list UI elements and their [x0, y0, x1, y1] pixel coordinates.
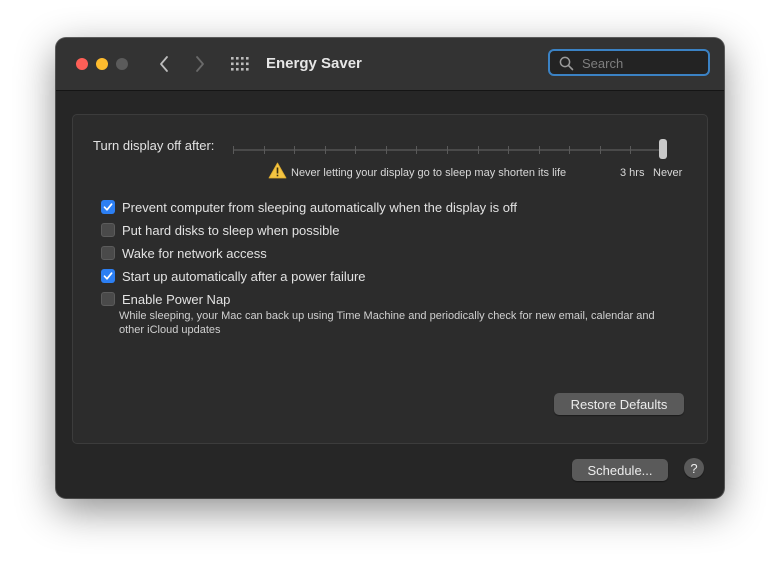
auto-startup-checkbox[interactable] [101, 269, 115, 283]
auto-startup-option[interactable]: Start up automatically after a power fai… [101, 267, 366, 285]
window-title: Energy Saver [266, 55, 362, 72]
energy-saver-window: Energy Saver Turn display off after: Nev… [56, 38, 724, 498]
slider-tick [264, 146, 265, 154]
slider-tick [508, 146, 509, 154]
slider-tick [539, 146, 540, 154]
display-sleep-label: Turn display off after: [93, 138, 215, 153]
warning-icon [268, 162, 287, 184]
hard-disk-sleep-checkbox[interactable] [101, 223, 115, 237]
power-nap-description: While sleeping, your Mac can back up usi… [119, 310, 655, 336]
search-icon [559, 56, 574, 76]
zoom-icon[interactable] [116, 58, 128, 70]
prevent-sleep-label: Prevent computer from sleeping automatic… [122, 199, 518, 215]
schedule-button[interactable]: Schedule... [572, 459, 668, 481]
slider-tick [569, 146, 570, 154]
prevent-sleep-checkbox[interactable] [101, 200, 115, 214]
hard-disk-sleep-option[interactable]: Put hard disks to sleep when possible [101, 221, 340, 239]
tick-label-3hrs: 3 hrs [620, 167, 645, 179]
power-nap-option[interactable]: Enable Power Nap [101, 290, 230, 308]
slider-tick [325, 146, 326, 154]
slider-tick [355, 146, 356, 154]
power-nap-checkbox[interactable] [101, 292, 115, 306]
toolbar: Energy Saver [56, 38, 724, 91]
slider-tick [478, 146, 479, 154]
tick-label-never: Never [653, 167, 683, 179]
slider-tick [600, 146, 601, 154]
grid-icon[interactable] [228, 52, 252, 76]
auto-startup-label: Start up automatically after a power fai… [122, 268, 366, 284]
wake-network-checkbox[interactable] [101, 246, 115, 260]
wake-network-label: Wake for network access [122, 245, 267, 261]
slider-tick [233, 146, 234, 154]
close-icon[interactable] [76, 58, 88, 70]
chevron-left-icon[interactable] [152, 52, 176, 76]
search-input[interactable] [582, 55, 702, 71]
settings-panel: Turn display off after: Never letting yo… [72, 114, 708, 444]
chevron-right-icon[interactable] [188, 52, 212, 76]
slider-tick [416, 146, 417, 154]
display-sleep-slider[interactable] [233, 146, 663, 154]
checkmark-icon [103, 272, 113, 280]
slider-tick [294, 146, 295, 154]
slider-thumb[interactable] [659, 139, 667, 159]
slider-tick [630, 146, 631, 154]
slider-tick [386, 146, 387, 154]
power-nap-label: Enable Power Nap [122, 291, 231, 307]
slider-tick [447, 146, 448, 154]
help-button[interactable]: ? [684, 458, 704, 478]
hard-disk-sleep-label: Put hard disks to sleep when possible [122, 222, 340, 238]
restore-defaults-button[interactable]: Restore Defaults [554, 393, 684, 415]
checkmark-icon [103, 203, 113, 211]
wake-network-option[interactable]: Wake for network access [101, 244, 267, 262]
prevent-sleep-option[interactable]: Prevent computer from sleeping automatic… [101, 198, 517, 216]
display-sleep-warning: Never letting your display go to sleep m… [291, 167, 567, 179]
minimize-icon[interactable] [96, 58, 108, 70]
search-field[interactable] [548, 49, 710, 76]
